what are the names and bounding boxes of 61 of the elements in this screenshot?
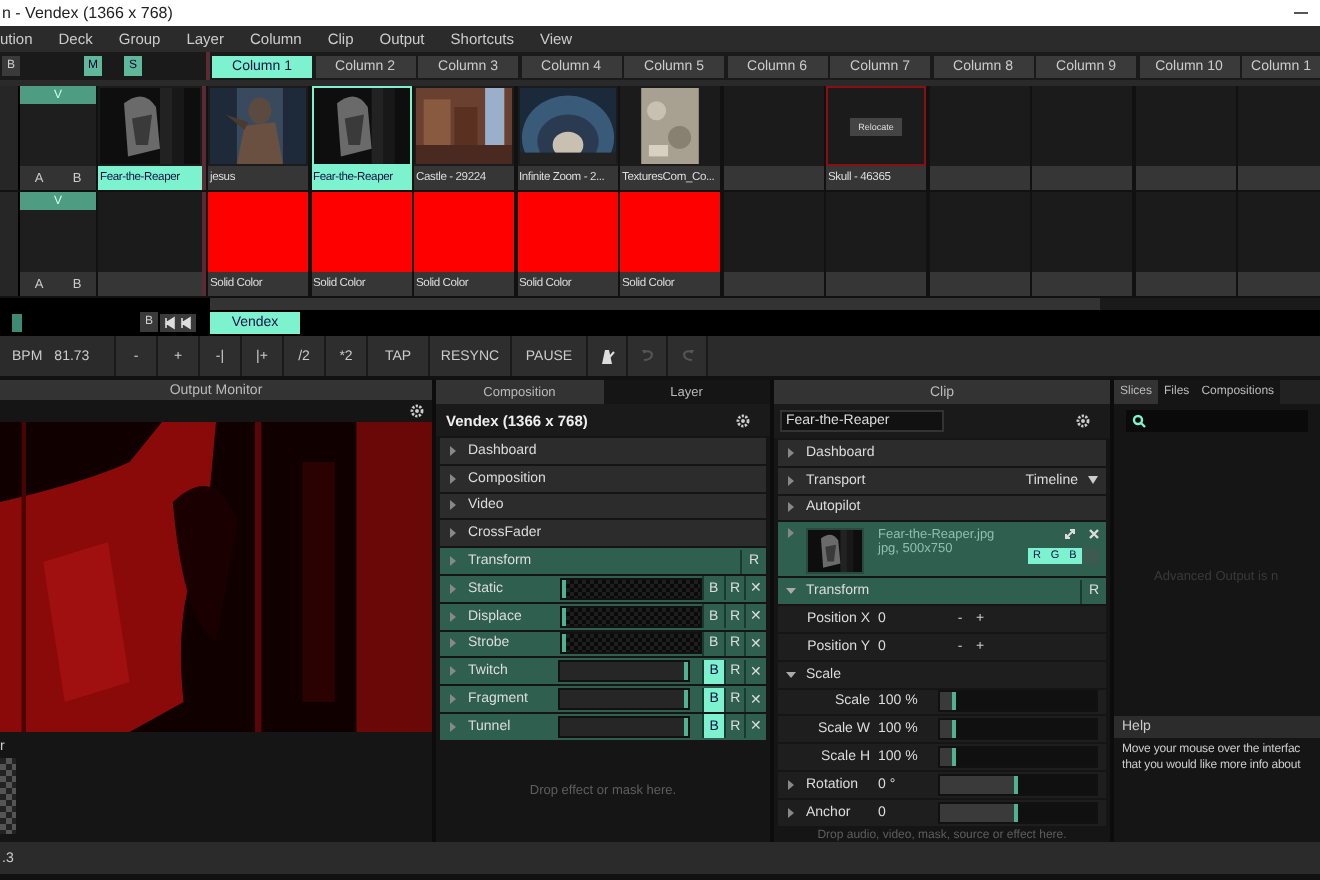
opacity-slider[interactable] <box>559 632 703 655</box>
triangle-icon[interactable] <box>786 447 796 458</box>
clip-name-bar <box>1032 272 1132 296</box>
triangle-icon[interactable] <box>786 669 796 680</box>
opacity-slider[interactable] <box>558 715 691 738</box>
scrollbar[interactable] <box>210 298 1100 310</box>
clip-thumbnail[interactable] <box>414 86 514 166</box>
value-slider[interactable] <box>938 773 1098 796</box>
triangle-icon[interactable] <box>786 779 796 790</box>
settings-icon[interactable] <box>1076 414 1090 428</box>
search-icon <box>1132 414 1146 428</box>
value-slider[interactable] <box>938 690 1098 713</box>
opacity-slider[interactable] <box>559 577 703 600</box>
caret-icon <box>1088 476 1098 485</box>
checker-icon <box>0 758 16 834</box>
clip-name-bar <box>826 272 926 296</box>
triangle-icon[interactable] <box>786 502 796 513</box>
clip-name-bar <box>723 272 823 296</box>
value-slider[interactable] <box>938 801 1098 824</box>
solid-color-thumbnail[interactable] <box>620 192 720 272</box>
solid-color-thumbnail[interactable] <box>414 192 514 272</box>
deck-indicator <box>12 313 22 331</box>
clip-name-bar <box>1238 272 1320 296</box>
skip-icon[interactable] <box>160 313 196 331</box>
clip-name-bar <box>1238 166 1320 190</box>
clip-name-bar <box>1135 166 1235 190</box>
clip-thumbnail[interactable] <box>208 86 308 166</box>
layer-clip-slot[interactable] <box>98 192 202 272</box>
clip-name-bar <box>1135 272 1235 296</box>
triangle-icon[interactable] <box>786 475 796 486</box>
expand-icon[interactable] <box>1064 528 1076 541</box>
triangle-icon[interactable] <box>448 528 458 539</box>
triangle-icon[interactable] <box>448 473 458 484</box>
clip-thumbnail[interactable] <box>620 86 720 166</box>
close-icon[interactable] <box>1088 528 1100 541</box>
triangle-icon[interactable] <box>786 807 796 818</box>
value-slider[interactable] <box>938 718 1098 741</box>
triangle-icon[interactable] <box>786 586 796 597</box>
layer-clip-thumbnail[interactable] <box>98 86 202 166</box>
window-title: n - Vendex (1366 x 768) <box>2 4 173 22</box>
clip-name-bar <box>723 166 823 190</box>
triangle-icon[interactable] <box>448 445 458 456</box>
clip-name-bar <box>1032 166 1132 190</box>
undo-icon <box>639 348 655 364</box>
metronome-icon <box>598 347 616 365</box>
search-field[interactable] <box>1126 410 1308 432</box>
solid-color-thumbnail[interactable] <box>208 192 308 272</box>
opacity-slider[interactable] <box>559 605 703 628</box>
clip-name-bar <box>929 272 1029 296</box>
clip-name-bar <box>929 166 1029 190</box>
solid-color-thumbnail[interactable] <box>311 192 411 272</box>
settings-icon[interactable] <box>410 404 424 419</box>
opacity-slider[interactable] <box>558 660 691 683</box>
clip-thumbnail[interactable] <box>517 86 617 166</box>
opacity-slider[interactable] <box>558 688 691 711</box>
value-slider[interactable] <box>938 746 1098 769</box>
triangle-icon[interactable] <box>448 500 458 511</box>
solid-color-thumbnail[interactable] <box>517 192 617 272</box>
redo-icon <box>679 348 695 364</box>
settings-icon[interactable] <box>736 413 750 427</box>
minimize-icon[interactable] <box>1294 11 1308 15</box>
